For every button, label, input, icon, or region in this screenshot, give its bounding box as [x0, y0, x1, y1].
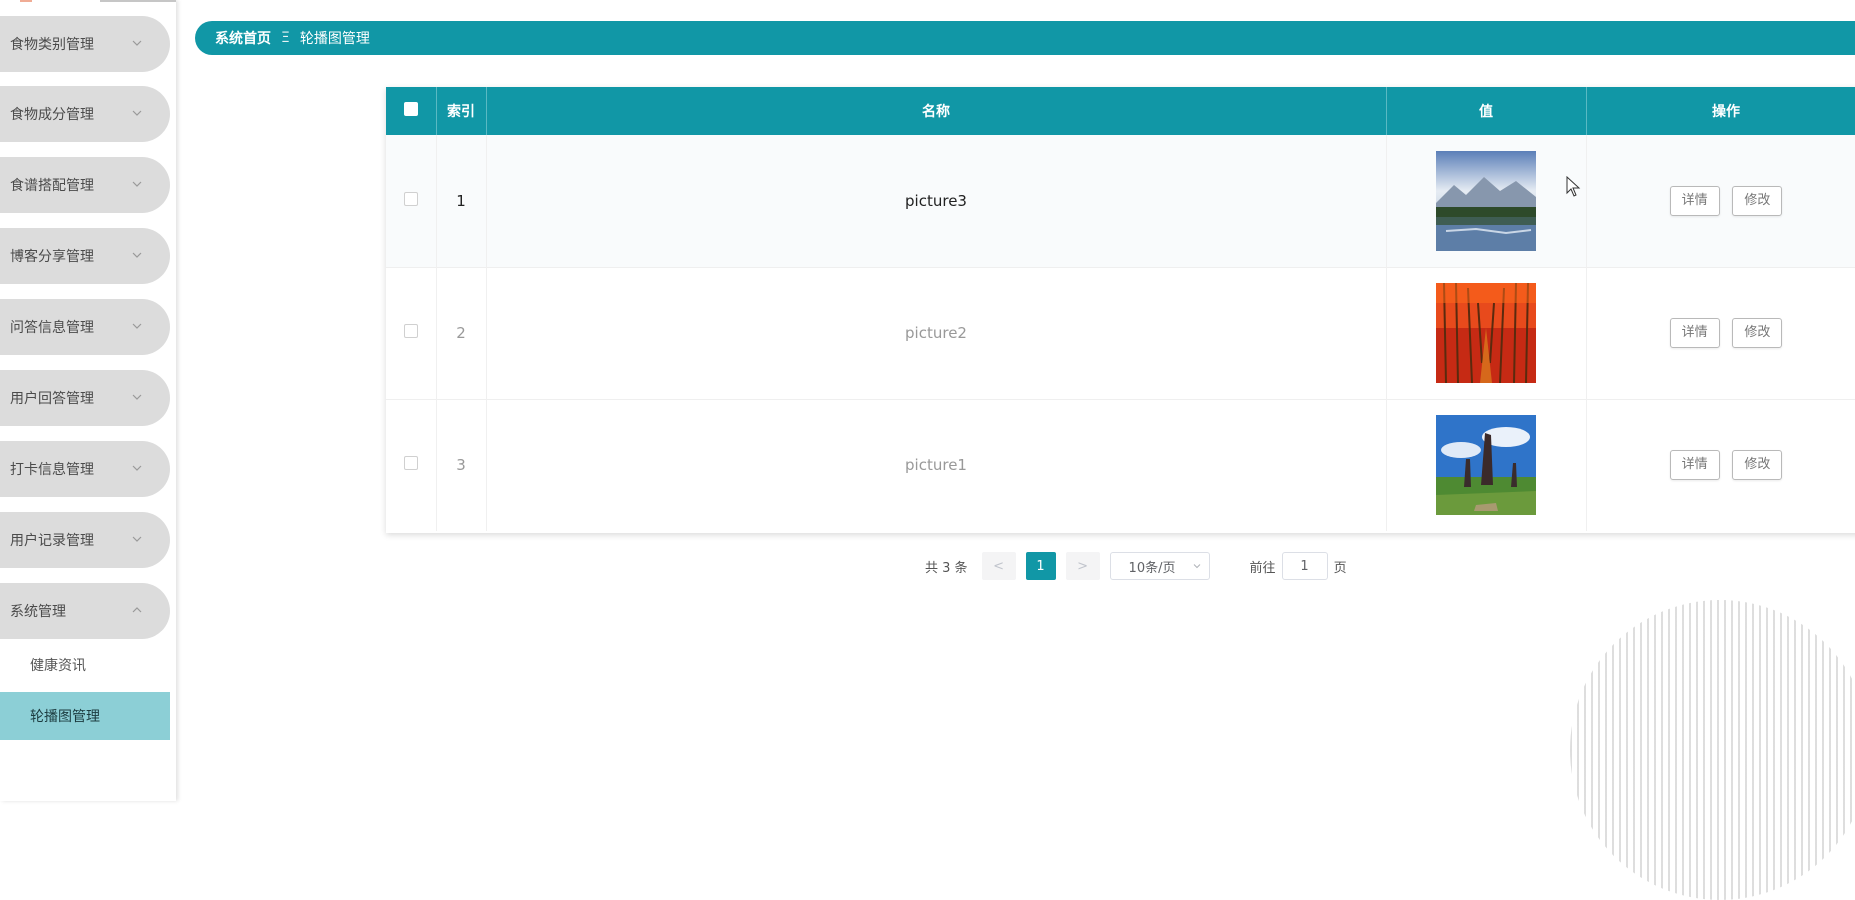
column-header-value: 值 [1386, 87, 1587, 135]
chevron-down-icon [132, 394, 142, 400]
menu-system[interactable]: 系统管理 [0, 583, 170, 639]
chevron-up-icon [132, 607, 142, 613]
menu-food-category[interactable]: 食物类别管理 [0, 16, 170, 72]
row-checkbox[interactable] [403, 324, 418, 338]
row-value [1386, 135, 1587, 267]
menu-label: 博客分享管理 [10, 249, 94, 265]
menu-label: 打卡信息管理 [10, 462, 94, 478]
column-header-actions: 操作 [1586, 87, 1855, 135]
row-name: picture2 [486, 267, 1387, 399]
menu-label: 系统管理 [10, 604, 66, 620]
chevron-down-icon [132, 181, 142, 187]
breadcrumb: 系统首页 Ξ 轮播图管理 [195, 21, 1855, 55]
column-header-index: 索引 [436, 87, 487, 135]
edit-button[interactable]: 修改 [1732, 185, 1783, 216]
breadcrumb-home[interactable]: 系统首页 [215, 28, 271, 48]
mountain-lake-thumbnail[interactable] [1436, 150, 1536, 251]
row-index: 1 [436, 135, 487, 267]
edit-button[interactable]: 修改 [1732, 450, 1783, 481]
menu-qa[interactable]: 问答信息管理 [0, 299, 170, 355]
logo [20, 0, 176, 2]
row-value [1386, 399, 1587, 531]
row-actions: 详情 修改 [1586, 399, 1855, 531]
table-row: 3 picture1 详情 修改 [386, 399, 1855, 531]
next-page-button[interactable]: > [1065, 552, 1100, 580]
total-count: 共 3 条 [925, 560, 968, 576]
menu-food-nutrient[interactable]: 食物成分管理 [0, 86, 170, 142]
row-actions: 详情 修改 [1586, 135, 1855, 267]
select-all-checkbox[interactable] [386, 87, 437, 135]
menu-checkin[interactable]: 打卡信息管理 [0, 441, 170, 497]
menu-label: 食谱搭配管理 [10, 178, 94, 194]
menu-label: 食物类别管理 [10, 37, 94, 53]
row-actions: 详情 修改 [1586, 267, 1855, 399]
prev-page-button[interactable]: < [981, 552, 1016, 580]
page-unit-label: 页 [1333, 560, 1347, 576]
edit-button[interactable]: 修改 [1732, 318, 1783, 348]
sidebar-item-label: 健康资讯 [30, 658, 86, 674]
chevron-down-icon [132, 323, 142, 329]
row-checkbox[interactable] [403, 456, 418, 471]
detail-button[interactable]: 详情 [1669, 185, 1720, 216]
goto-page-input[interactable] [1281, 552, 1328, 580]
goto-label: 前往 [1249, 560, 1276, 576]
row-index: 3 [436, 399, 487, 531]
breadcrumb-separator-icon: Ξ [281, 30, 290, 46]
row-value [1386, 267, 1587, 399]
page-size-select[interactable]: 10条/页 [1109, 552, 1210, 580]
column-header-name: 名称 [486, 87, 1387, 135]
row-name: picture1 [486, 399, 1387, 531]
menu-label: 用户回答管理 [10, 391, 94, 407]
menu-recipe[interactable]: 食谱搭配管理 [0, 157, 170, 213]
chevron-down-icon [1193, 564, 1200, 569]
breadcrumb-current: 轮播图管理 [299, 31, 370, 47]
detail-button[interactable]: 详情 [1669, 318, 1720, 348]
menu-user-record[interactable]: 用户记录管理 [0, 512, 170, 568]
sidebar-item-label: 轮播图管理 [30, 709, 100, 725]
pagination: 共 3 条 < 1 > 10条/页 前往 页 [925, 552, 1347, 580]
chevron-down-icon [132, 40, 142, 46]
data-table: 索引 名称 值 操作 1 picture3 详情 修改 2 picture2 详… [386, 87, 1855, 533]
chevron-down-icon [132, 465, 142, 471]
chevron-down-icon [132, 536, 142, 542]
decorative-striped-circle [1570, 600, 1855, 900]
page-size-value: 10条/页 [1128, 560, 1176, 576]
menu-label: 食物成分管理 [10, 107, 94, 123]
detail-button[interactable]: 详情 [1669, 450, 1720, 481]
menu-label: 问答信息管理 [10, 320, 94, 336]
red-forest-thumbnail[interactable] [1436, 283, 1536, 383]
table-header-row: 索引 名称 值 操作 [386, 87, 1855, 135]
table-row: 2 picture2 详情 修改 [386, 267, 1855, 399]
mouse-cursor-icon [1566, 176, 1581, 197]
chevron-down-icon [132, 110, 142, 116]
menu-label: 用户记录管理 [10, 533, 94, 549]
sidebar-item-health-news[interactable]: 健康资讯 [0, 641, 170, 689]
chevron-down-icon [132, 252, 142, 258]
row-name: picture3 [486, 135, 1387, 267]
menu-blog[interactable]: 博客分享管理 [0, 228, 170, 284]
row-checkbox[interactable] [403, 191, 418, 206]
checkbox-icon[interactable] [403, 102, 418, 116]
sidebar: 食物类别管理 食物成分管理 食谱搭配管理 博客分享管理 问答信息管理 用户回答管… [0, 0, 176, 801]
sidebar-item-carousel[interactable]: 轮播图管理 [0, 692, 170, 740]
menu-user-answer[interactable]: 用户回答管理 [0, 370, 170, 426]
page-number-button[interactable]: 1 [1025, 552, 1056, 580]
table-row: 1 picture3 详情 修改 [386, 135, 1855, 267]
row-index: 2 [436, 267, 487, 399]
trees-field-thumbnail[interactable] [1436, 415, 1536, 516]
